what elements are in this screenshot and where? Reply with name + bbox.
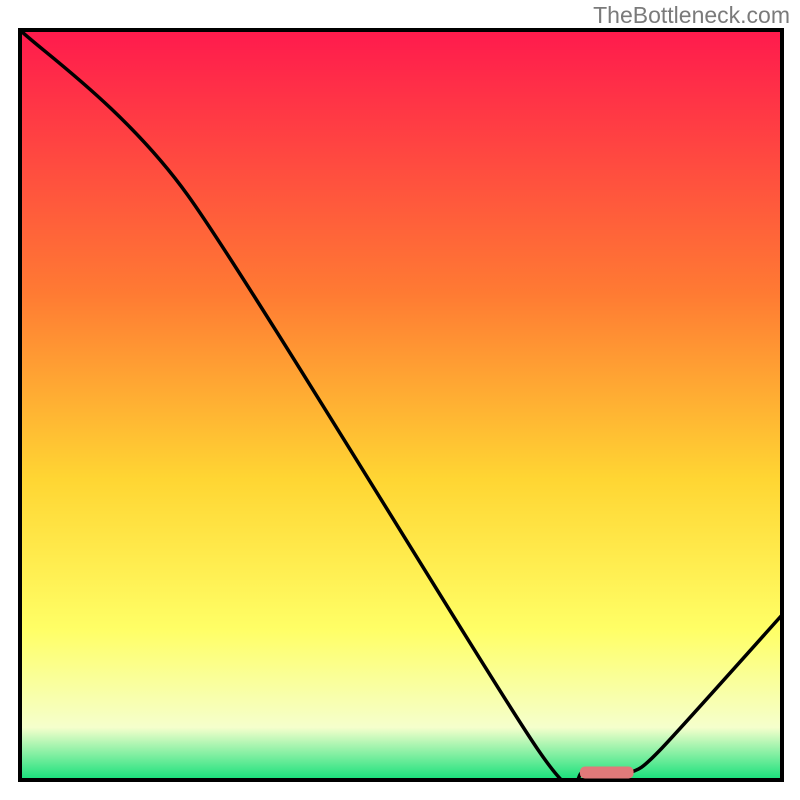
watermark-text: TheBottleneck.com: [593, 2, 790, 29]
optimum-marker: [580, 767, 634, 779]
chart-stage: TheBottleneck.com: [0, 0, 800, 800]
gradient-background: [20, 30, 782, 780]
plot-svg: [18, 28, 784, 782]
plot-area: [18, 28, 784, 782]
